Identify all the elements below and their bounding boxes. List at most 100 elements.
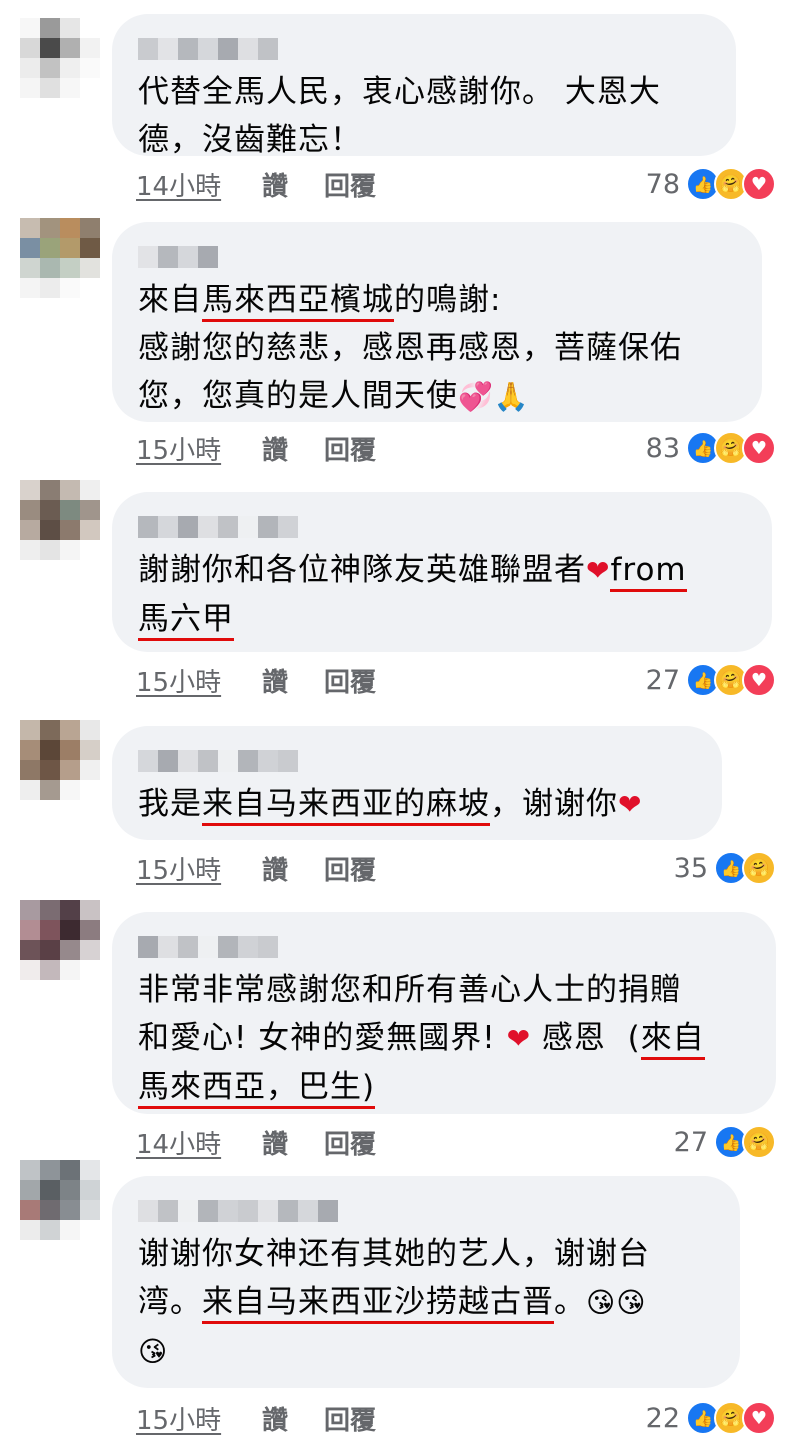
avatar-pixel [40,1200,60,1220]
author-name-blurred[interactable] [138,516,746,538]
avatar-pixel [60,740,80,760]
reaction-count: 83 [645,432,680,464]
timestamp-link[interactable]: 15小時 [136,850,221,887]
comment-bubble: 謝謝你和各位神隊友英雄聯盟者❤from 馬六甲 [112,492,772,652]
name-pixel [138,750,158,772]
reply-button[interactable]: 回覆 [324,1400,376,1437]
avatar-pixel [40,500,60,520]
avatar[interactable] [20,1160,100,1240]
comment-text: 谢谢你女神还有其她的艺人，谢谢台 湾。来自马来西亚沙捞越古晋。😘😘 😘 [138,1230,714,1376]
like-button[interactable]: 讚 [262,662,288,699]
avatar-pixel [20,780,40,800]
avatar-pixel [80,520,100,540]
avatar-pixel [80,1180,100,1200]
avatar[interactable] [20,18,100,98]
name-pixel [218,750,238,772]
reaction-summary[interactable]: 35 👍 🤗 [674,848,776,888]
avatar-pixel [40,720,60,740]
avatar-pixel [20,480,40,500]
avatar-pixel [80,540,100,560]
avatar[interactable] [20,480,100,560]
timestamp-link[interactable]: 15小時 [136,1400,221,1437]
reaction-summary[interactable]: 78 👍 🤗 ♥ [646,164,776,204]
name-pixel [238,516,258,538]
like-button[interactable]: 讚 [262,166,288,203]
highlighted-text: from [610,552,687,592]
name-pixel [258,1200,278,1222]
reaction-summary[interactable]: 27 👍 🤗 ♥ [646,660,776,700]
name-pixel [278,750,298,772]
comment-line: 😘 [138,1327,714,1376]
avatar-pixel [60,780,80,800]
like-button[interactable]: 讚 [262,850,288,887]
avatar-pixel [60,760,80,780]
reaction-summary[interactable]: 27 👍 🤗 [674,1122,776,1162]
text-segment: 和愛心! 女神的愛無國界! [138,1020,507,1056]
like-button[interactable]: 讚 [262,1400,288,1437]
like-button[interactable]: 讚 [262,430,288,467]
avatar-pixel [20,540,40,560]
avatar-pixel [80,238,100,258]
reaction-count: 22 [645,1402,680,1434]
name-pixel [178,936,198,958]
avatar[interactable] [20,900,100,980]
text-segment: 來自 [138,282,202,318]
avatar-pixel [40,218,60,238]
like-button[interactable]: 讚 [262,1124,288,1161]
avatar-pixel [80,920,100,940]
name-pixel [238,936,258,958]
comment-bubble: 來自馬來西亞檳城的鳴謝: 感謝您的慈悲，感恩再感恩，菩薩保佑 您，您真的是人間天使💞… [112,222,762,422]
author-name-blurred[interactable] [138,936,750,958]
avatar-pixel [80,218,100,238]
reply-button[interactable]: 回覆 [324,430,376,467]
author-name-blurred[interactable] [138,38,710,60]
name-pixel [298,1200,318,1222]
avatar[interactable] [20,720,100,800]
avatar-pixel [20,238,40,258]
avatar-pixel [60,1220,80,1240]
timestamp-link[interactable]: 15小時 [136,662,221,699]
reply-button[interactable]: 回覆 [324,1124,376,1161]
author-name-blurred[interactable] [138,1200,714,1222]
avatar-pixel [20,940,40,960]
comment-line: 谢谢你女神还有其她的艺人，谢谢台 [138,1230,714,1278]
reaction-count: 78 [645,168,680,200]
timestamp-link[interactable]: 15小時 [136,430,221,467]
reaction-summary[interactable]: 83 👍 🤗 ♥ [646,428,776,468]
reply-button[interactable]: 回覆 [324,850,376,887]
heart-emoji: ❤ [586,554,611,587]
highlighted-text: 馬來西亞，巴生) [138,1069,376,1109]
reaction-summary[interactable]: 22 👍 🤗 ♥ [646,1398,776,1438]
avatar-pixel [40,38,60,58]
avatar-pixel [20,78,40,98]
name-pixel [178,1200,198,1222]
comment-line: 來自馬來西亞檳城的鳴謝: [138,276,736,324]
avatar-pixel [80,18,100,38]
avatar[interactable] [20,218,100,298]
avatar-pixel [80,720,100,740]
name-pixel [158,38,178,60]
avatar-pixel [80,278,100,298]
emoji: 😘😘 [586,1286,647,1319]
name-pixel [158,936,178,958]
text-segment: 湾。 [138,1284,202,1320]
name-pixel [138,516,158,538]
reply-button[interactable]: 回覆 [324,662,376,699]
avatar-pixel [40,740,60,760]
timestamp-link[interactable]: 14小時 [136,1124,221,1161]
name-pixel [238,1200,258,1222]
avatar-pixel [80,38,100,58]
author-name-blurred[interactable] [138,246,736,268]
text-segment: 谢谢你女神还有其她的艺人，谢谢台 [138,1236,650,1272]
text-segment: 感恩 ( [531,1020,641,1056]
avatar-pixel [20,1160,40,1180]
author-name-blurred[interactable] [138,750,696,772]
timestamp-link[interactable]: 14小時 [136,166,221,203]
avatar-pixel [40,760,60,780]
reply-button[interactable]: 回覆 [324,166,376,203]
comment-line: 您，您真的是人間天使💞🙏 [138,372,736,421]
text-segment: 代替全馬人民，衷心感謝你。 大恩大 [138,74,661,110]
name-pixel [178,516,198,538]
avatar-pixel [20,760,40,780]
reaction-count: 27 [673,1126,708,1158]
